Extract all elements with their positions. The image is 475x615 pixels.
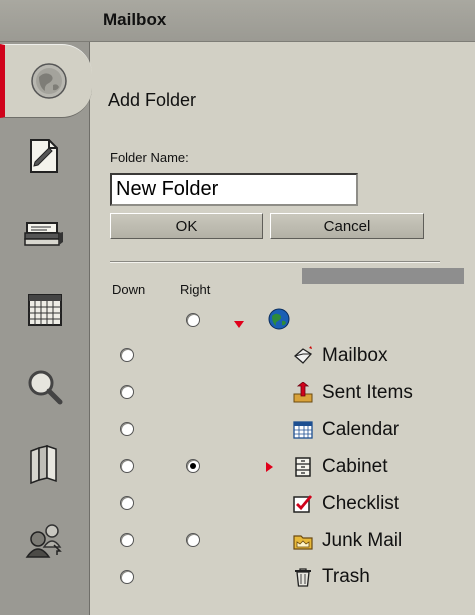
tool-address-book[interactable]	[0, 196, 90, 270]
globe-icon	[268, 308, 290, 330]
panel-heading: Add Folder	[108, 90, 197, 110]
sent-items-down-radio[interactable]	[120, 385, 134, 399]
ok-button[interactable]: OK	[110, 213, 263, 239]
globe-icon	[30, 63, 67, 99]
junk-mail-right-radio[interactable]	[186, 533, 200, 547]
magnifier-icon	[28, 370, 63, 405]
address-book-icon	[24, 222, 63, 246]
column-header-right: Right	[180, 282, 211, 297]
left-toolbar	[0, 42, 92, 615]
tree-item-label[interactable]: Cabinet	[322, 456, 388, 478]
proxy-users-icon	[25, 524, 62, 558]
calendar-down-radio[interactable]	[120, 422, 134, 436]
tree-item-label[interactable]: Sent Items	[322, 382, 413, 404]
tree-item-label[interactable]: Junk Mail	[322, 530, 402, 552]
root-right-radio[interactable]	[186, 313, 200, 327]
add-folder-panel: Add Folder Folder Name: OK Cancel Down R…	[92, 42, 475, 615]
tree-item-label[interactable]: Mailbox	[322, 345, 387, 367]
tree-item-label[interactable]: Checklist	[322, 493, 399, 515]
cabinet-right-radio[interactable]	[186, 459, 200, 473]
divider	[110, 261, 440, 263]
title-bar: Mailbox	[0, 0, 475, 42]
pointer-arrow-icon	[266, 462, 273, 472]
books-icon	[30, 444, 57, 485]
expanded-arrow-icon	[234, 321, 244, 328]
window-title: Mailbox	[103, 10, 167, 29]
tool-search[interactable]	[0, 350, 90, 424]
column-header-down: Down	[112, 282, 146, 297]
cabinet-down-radio[interactable]	[120, 459, 134, 473]
trash-down-radio[interactable]	[120, 570, 134, 584]
redacted-root-label	[302, 268, 464, 284]
folder-name-input[interactable]	[110, 173, 358, 206]
tree-item-label[interactable]: Trash	[322, 566, 370, 588]
junk-mail-icon	[293, 535, 313, 550]
tool-calendar[interactable]	[0, 273, 90, 347]
calendar-grid-icon	[28, 294, 62, 326]
cabinet-icon	[295, 457, 311, 477]
calendar-icon	[293, 421, 313, 439]
trash-icon	[295, 568, 311, 587]
mailbox-down-radio[interactable]	[120, 348, 134, 362]
checklist-down-radio[interactable]	[120, 496, 134, 510]
tool-globe[interactable]	[0, 44, 92, 118]
cancel-button[interactable]: Cancel	[270, 213, 424, 239]
mailbox-icon	[294, 346, 312, 364]
tree-item-label[interactable]: Calendar	[322, 419, 399, 441]
tool-proxy[interactable]	[0, 504, 90, 578]
checklist-icon	[293, 495, 313, 513]
folder-name-label: Folder Name:	[110, 150, 189, 165]
tool-compose[interactable]	[0, 119, 90, 193]
compose-icon	[30, 139, 58, 173]
tool-library[interactable]	[0, 427, 90, 501]
junk-mail-down-radio[interactable]	[120, 533, 134, 547]
sent-items-icon	[293, 382, 313, 403]
